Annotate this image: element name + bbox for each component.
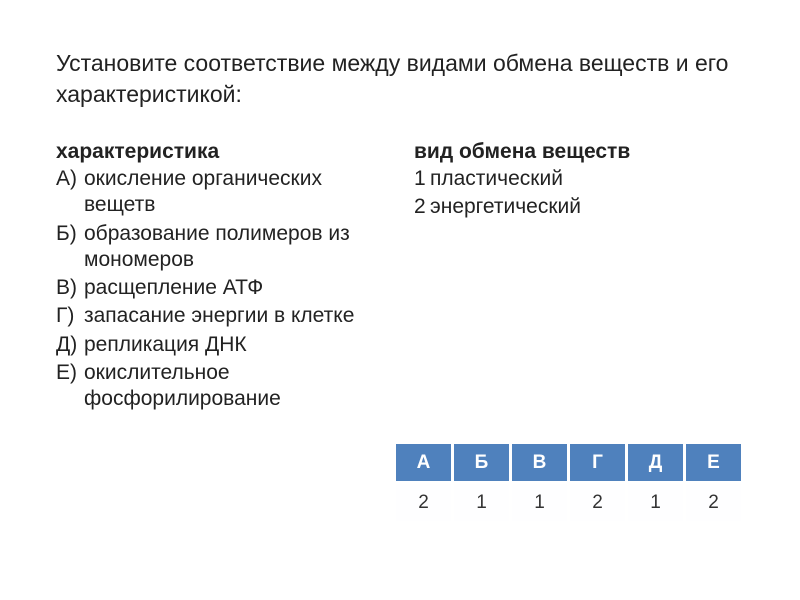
list-item: А)окисление органических вещетв — [56, 166, 386, 219]
item-mark: Б) — [56, 221, 84, 274]
table-header-cell: А — [395, 443, 453, 483]
item-mark: Г) — [56, 303, 84, 329]
table-value-cell: 1 — [511, 483, 569, 523]
slide-title: Установите соответствие между видами обм… — [56, 48, 744, 110]
item-text: окисление органических вещетв — [84, 166, 386, 219]
table-header-row: А Б В Г Д Е — [395, 443, 743, 483]
right-heading: вид обмена веществ — [414, 140, 744, 164]
item-text: запасание энергии в клетке — [84, 303, 386, 329]
left-column: характеристика А)окисление органических … — [56, 140, 386, 414]
item-mark: А) — [56, 166, 84, 219]
table-header-cell: Д — [627, 443, 685, 483]
slide-container: Установите соответствие между видами обм… — [0, 0, 800, 600]
table-value-cell: 1 — [453, 483, 511, 523]
table-header-cell: Е — [685, 443, 743, 483]
right-column: вид обмена веществ 1пластический 2энерге… — [414, 140, 744, 414]
columns: характеристика А)окисление органических … — [56, 140, 744, 414]
item-mark: 2 — [414, 194, 430, 220]
table-header-cell: Б — [453, 443, 511, 483]
item-mark: 1 — [414, 166, 430, 192]
left-heading: характеристика — [56, 140, 386, 164]
item-text: расщепление АТФ — [84, 275, 386, 301]
list-item: Г)запасание энергии в клетке — [56, 303, 386, 329]
table-value-cell: 2 — [395, 483, 453, 523]
item-mark: Е) — [56, 360, 84, 413]
list-item: 1пластический — [414, 166, 744, 192]
list-item: В)расщепление АТФ — [56, 275, 386, 301]
item-mark: Д) — [56, 332, 84, 358]
table-value-row: 2 1 1 2 1 2 — [395, 483, 743, 523]
item-text: репликация ДНК — [84, 332, 386, 358]
item-text: образование полимеров из мономеров — [84, 221, 386, 274]
list-item: Д)репликация ДНК — [56, 332, 386, 358]
item-text: энергетический — [430, 194, 744, 220]
table-header-cell: Г — [569, 443, 627, 483]
list-item: 2энергетический — [414, 194, 744, 220]
table-value-cell: 2 — [569, 483, 627, 523]
table-header-cell: В — [511, 443, 569, 483]
item-text: окислительное фосфорилирование — [84, 360, 386, 413]
item-text: пластический — [430, 166, 744, 192]
table-value-cell: 1 — [627, 483, 685, 523]
item-mark: В) — [56, 275, 84, 301]
table-value-cell: 2 — [685, 483, 743, 523]
answer-table: А Б В Г Д Е 2 1 1 2 1 2 — [393, 441, 744, 524]
list-item: Е)окислительное фосфорилирование — [56, 360, 386, 413]
list-item: Б)образование полимеров из мономеров — [56, 221, 386, 274]
